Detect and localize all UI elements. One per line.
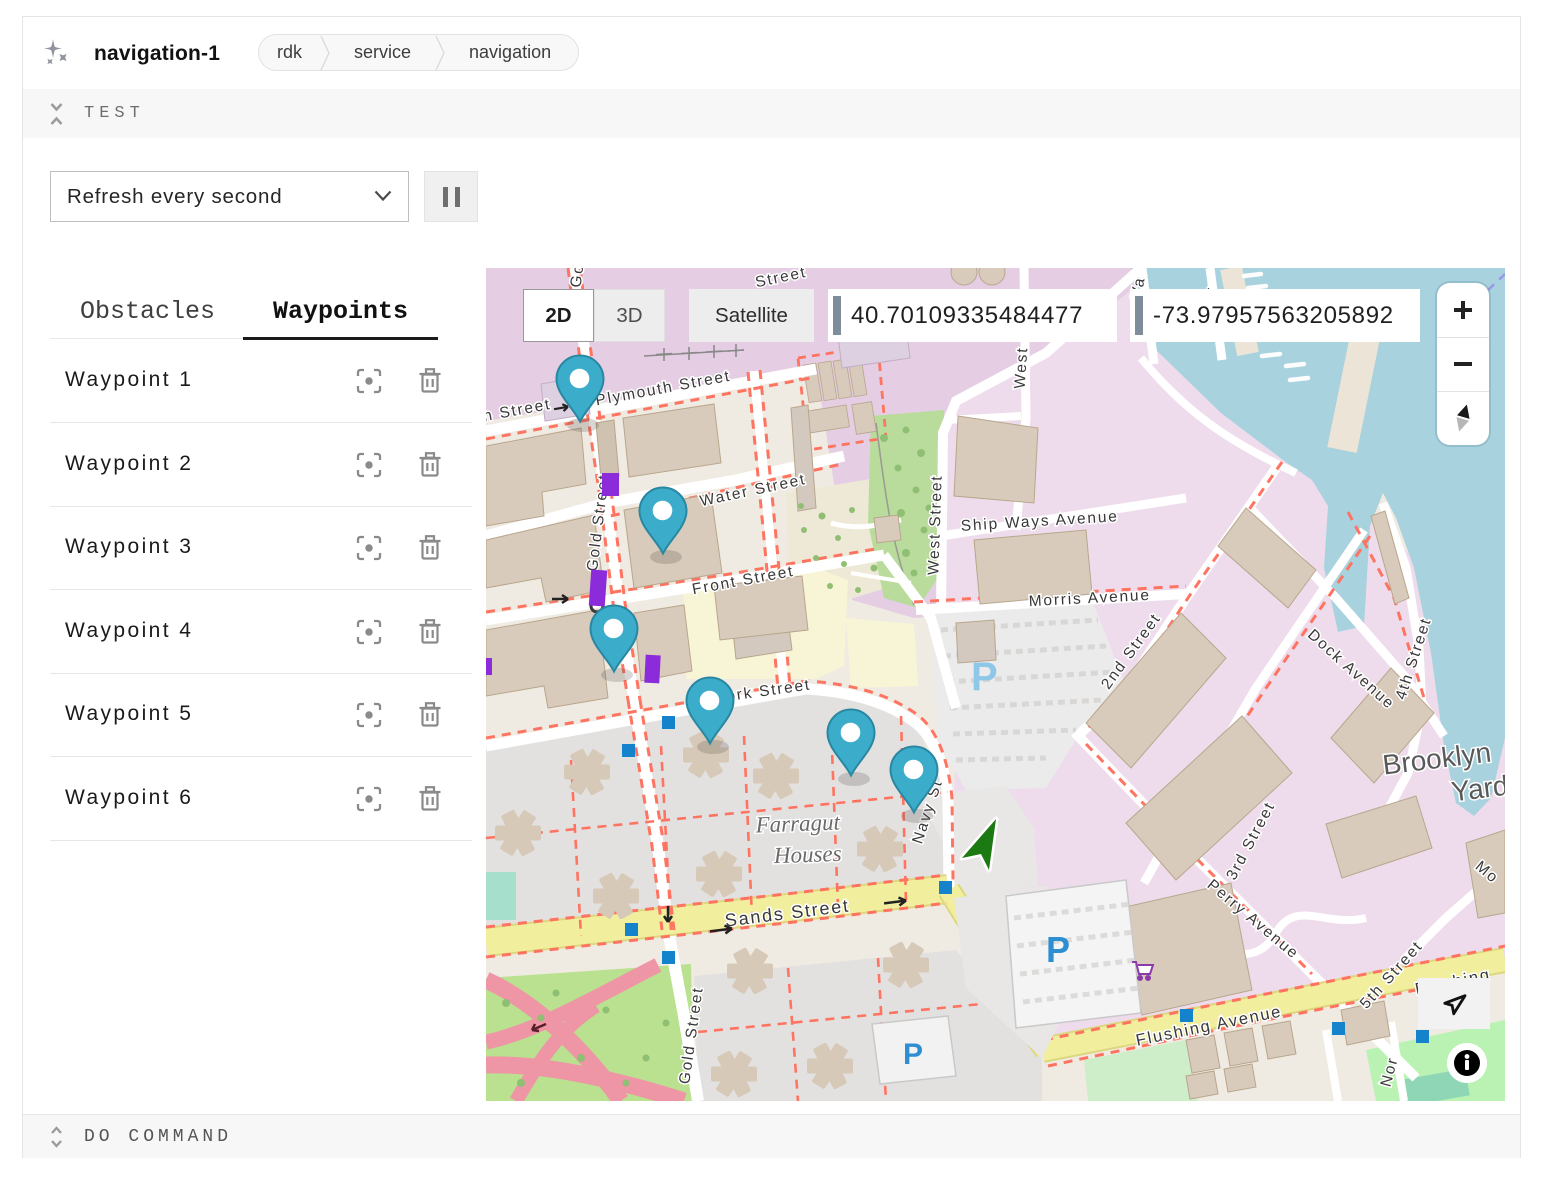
svg-text:Houses: Houses [772, 841, 842, 868]
svg-text:Go: Go [568, 268, 588, 289]
svg-text:P: P [971, 655, 998, 699]
svg-text:Yard: Yard [1450, 770, 1505, 808]
svg-text:West Street: West Street [925, 474, 945, 575]
svg-text:P: P [903, 1038, 923, 1071]
svg-text:West: West [1012, 346, 1032, 389]
svg-text:Farragut: Farragut [754, 810, 841, 838]
svg-text:P: P [1046, 929, 1070, 970]
